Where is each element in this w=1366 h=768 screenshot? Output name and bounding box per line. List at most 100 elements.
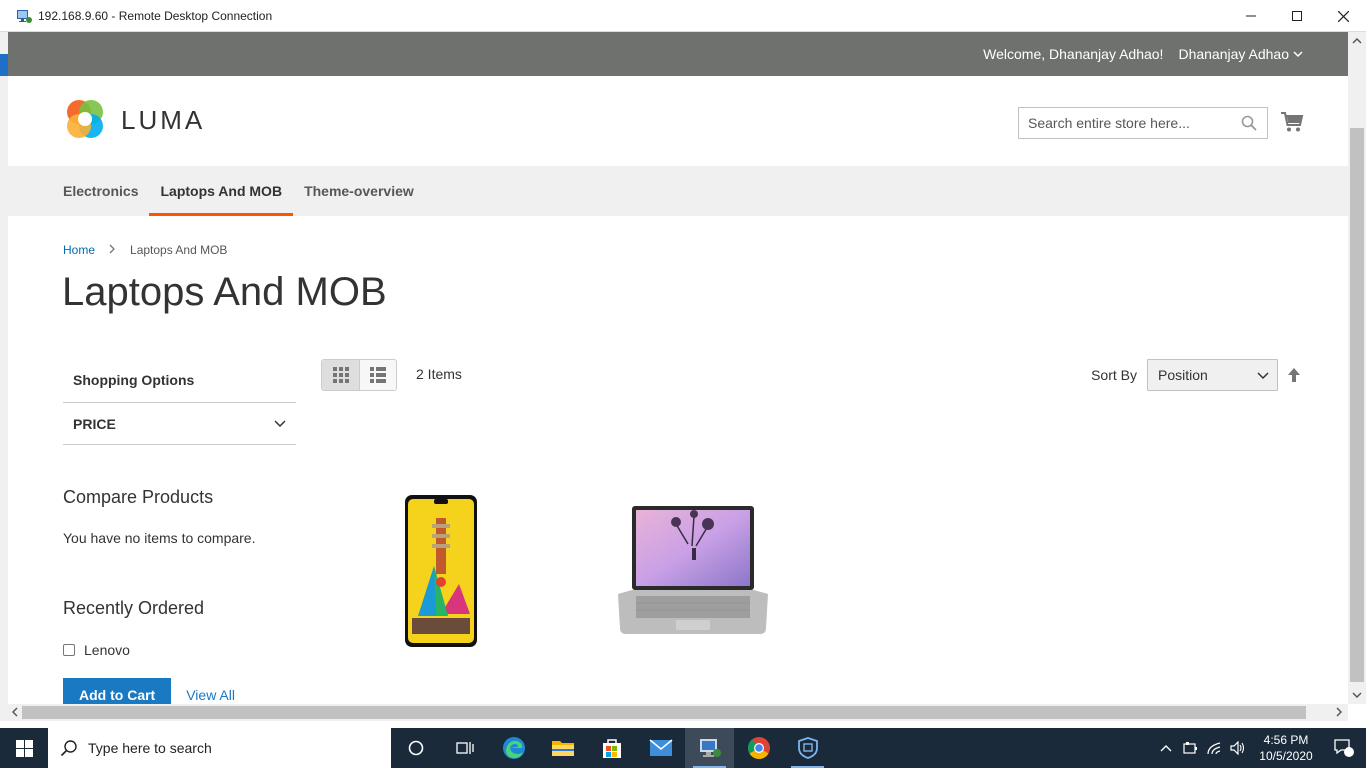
compare-empty-text: You have no items to compare. bbox=[63, 530, 256, 546]
scroll-up-icon[interactable] bbox=[1352, 36, 1362, 46]
product-image-phone[interactable] bbox=[404, 494, 478, 648]
minimize-icon bbox=[1246, 15, 1256, 17]
recent-item-label: Lenovo bbox=[84, 642, 130, 658]
search-box bbox=[1018, 107, 1268, 139]
clock-time: 4:56 PM bbox=[1263, 733, 1309, 747]
chevron-down-icon bbox=[1293, 51, 1303, 58]
store-page: Welcome, Dhananjay Adhao! Dhananjay Adha… bbox=[8, 32, 1348, 704]
file-explorer-button[interactable] bbox=[538, 728, 587, 768]
windows-taskbar: Type here to search 4:56 PM 10/5/2020 1 bbox=[0, 728, 1366, 768]
clock[interactable]: 4:56 PM 10/5/2020 bbox=[1250, 732, 1322, 764]
price-filter[interactable]: PRICE bbox=[63, 403, 296, 445]
list-icon bbox=[370, 367, 386, 383]
nav-item-electronics[interactable]: Electronics bbox=[63, 166, 149, 216]
edge-browser-icon bbox=[502, 737, 525, 759]
sidebar: Shopping Options PRICE Compare Products … bbox=[63, 357, 296, 704]
sort-direction-arrow-icon[interactable] bbox=[1287, 367, 1301, 383]
search-icon[interactable] bbox=[1241, 115, 1257, 131]
customer-menu[interactable]: Dhananjay Adhao bbox=[1178, 46, 1303, 62]
scroll-right-icon[interactable] bbox=[1336, 707, 1342, 719]
recent-item-checkbox[interactable] bbox=[63, 644, 75, 656]
close-button[interactable] bbox=[1320, 0, 1366, 32]
horizontal-scrollbar[interactable] bbox=[8, 704, 1348, 721]
remote-desktop-icon bbox=[16, 8, 32, 24]
grid-view-button[interactable] bbox=[322, 360, 359, 390]
add-to-cart-button[interactable]: Add to Cart bbox=[63, 678, 172, 704]
desktop-edge-blue bbox=[0, 54, 8, 76]
microsoft-store-button[interactable] bbox=[587, 728, 636, 768]
edge-button[interactable] bbox=[489, 728, 538, 768]
maximize-icon bbox=[1292, 11, 1302, 21]
shield-icon bbox=[797, 737, 818, 759]
welcome-message: Welcome, Dhananjay Adhao! bbox=[983, 46, 1164, 62]
sort-by-value: Position bbox=[1158, 367, 1208, 383]
toolbar-amount: 2 Items bbox=[416, 366, 462, 382]
product-image-laptop[interactable] bbox=[616, 504, 770, 636]
nav-item-laptops-and-mob[interactable]: Laptops And MOB bbox=[149, 166, 294, 216]
sorter: Sort By Position bbox=[1091, 359, 1301, 391]
action-center-button[interactable]: 1 bbox=[1322, 738, 1366, 758]
clock-date: 10/5/2020 bbox=[1259, 749, 1313, 763]
task-view-button[interactable] bbox=[440, 728, 489, 768]
store-bag-icon bbox=[602, 739, 621, 758]
page-title: Laptops And MOB bbox=[62, 270, 387, 314]
notification-count: 1 bbox=[1340, 741, 1346, 751]
battery-icon[interactable] bbox=[1178, 728, 1202, 768]
cart-icon[interactable] bbox=[1280, 110, 1304, 134]
price-filter-label: PRICE bbox=[73, 415, 116, 432]
list-view-button[interactable] bbox=[359, 360, 396, 390]
view-all-link[interactable]: View All bbox=[186, 687, 235, 703]
mail-button[interactable] bbox=[636, 728, 685, 768]
compare-products-title: Compare Products bbox=[63, 487, 214, 507]
cortana-button[interactable] bbox=[391, 728, 440, 768]
close-icon bbox=[1337, 10, 1349, 22]
products-toolbar: 2 Items Sort By Position bbox=[321, 359, 1301, 391]
header-main: LUMA bbox=[8, 76, 1348, 166]
vertical-scroll-thumb[interactable] bbox=[1350, 128, 1364, 682]
rdp-titlebar: 192.168.9.60 - Remote Desktop Connection bbox=[0, 0, 1366, 32]
task-view-icon bbox=[455, 742, 474, 754]
remote-desktop-button[interactable] bbox=[685, 728, 734, 768]
volume-icon[interactable] bbox=[1226, 728, 1250, 768]
panel-header: Welcome, Dhananjay Adhao! Dhananjay Adha… bbox=[8, 32, 1348, 76]
mail-icon bbox=[649, 739, 672, 756]
minimize-button[interactable] bbox=[1228, 0, 1274, 32]
window-title: 192.168.9.60 - Remote Desktop Connection bbox=[38, 8, 273, 23]
start-button[interactable] bbox=[0, 728, 48, 768]
breadcrumb-home[interactable]: Home bbox=[63, 243, 95, 257]
search-input[interactable] bbox=[1028, 115, 1228, 131]
maximize-button[interactable] bbox=[1274, 0, 1320, 32]
recent-actions: Add to Cart View All bbox=[63, 678, 296, 704]
nav-item-theme-overview[interactable]: Theme-overview bbox=[293, 166, 425, 216]
luma-logo-icon bbox=[63, 98, 107, 142]
breadcrumb-separator-icon bbox=[109, 242, 116, 257]
vertical-scrollbar[interactable] bbox=[1348, 32, 1366, 704]
defender-button[interactable] bbox=[783, 728, 832, 768]
taskbar-apps bbox=[391, 728, 832, 768]
recently-ordered-item: Lenovo bbox=[63, 642, 296, 658]
search-icon bbox=[60, 740, 77, 757]
view-mode-switcher bbox=[321, 359, 397, 391]
breadcrumb: Home Laptops And MOB bbox=[63, 242, 227, 257]
network-icon[interactable] bbox=[1202, 728, 1226, 768]
taskbar-search[interactable]: Type here to search bbox=[48, 728, 391, 768]
chevron-down-icon bbox=[274, 419, 286, 427]
logo-text: LUMA bbox=[121, 104, 206, 135]
show-hidden-icons-chevron-up-icon[interactable] bbox=[1154, 728, 1178, 768]
scroll-left-icon[interactable] bbox=[12, 707, 18, 719]
recently-ordered-title: Recently Ordered bbox=[63, 598, 205, 618]
sort-by-select[interactable]: Position bbox=[1147, 359, 1278, 391]
store-logo[interactable]: LUMA bbox=[63, 98, 205, 142]
folder-icon bbox=[551, 741, 574, 756]
cortana-icon bbox=[408, 740, 423, 756]
window-bottom-edge bbox=[0, 721, 1366, 728]
horizontal-scroll-thumb[interactable] bbox=[22, 706, 1306, 719]
chrome-button[interactable] bbox=[734, 728, 783, 768]
sort-by-label: Sort By bbox=[1091, 367, 1137, 383]
scroll-down-icon[interactable] bbox=[1352, 690, 1362, 700]
system-tray: 4:56 PM 10/5/2020 1 bbox=[1154, 728, 1366, 768]
main-navigation: Electronics Laptops And MOB Theme-overvi… bbox=[8, 166, 1348, 216]
chevron-down-icon bbox=[1257, 372, 1269, 380]
customer-name: Dhananjay Adhao bbox=[1178, 46, 1289, 62]
breadcrumb-current: Laptops And MOB bbox=[130, 242, 228, 257]
